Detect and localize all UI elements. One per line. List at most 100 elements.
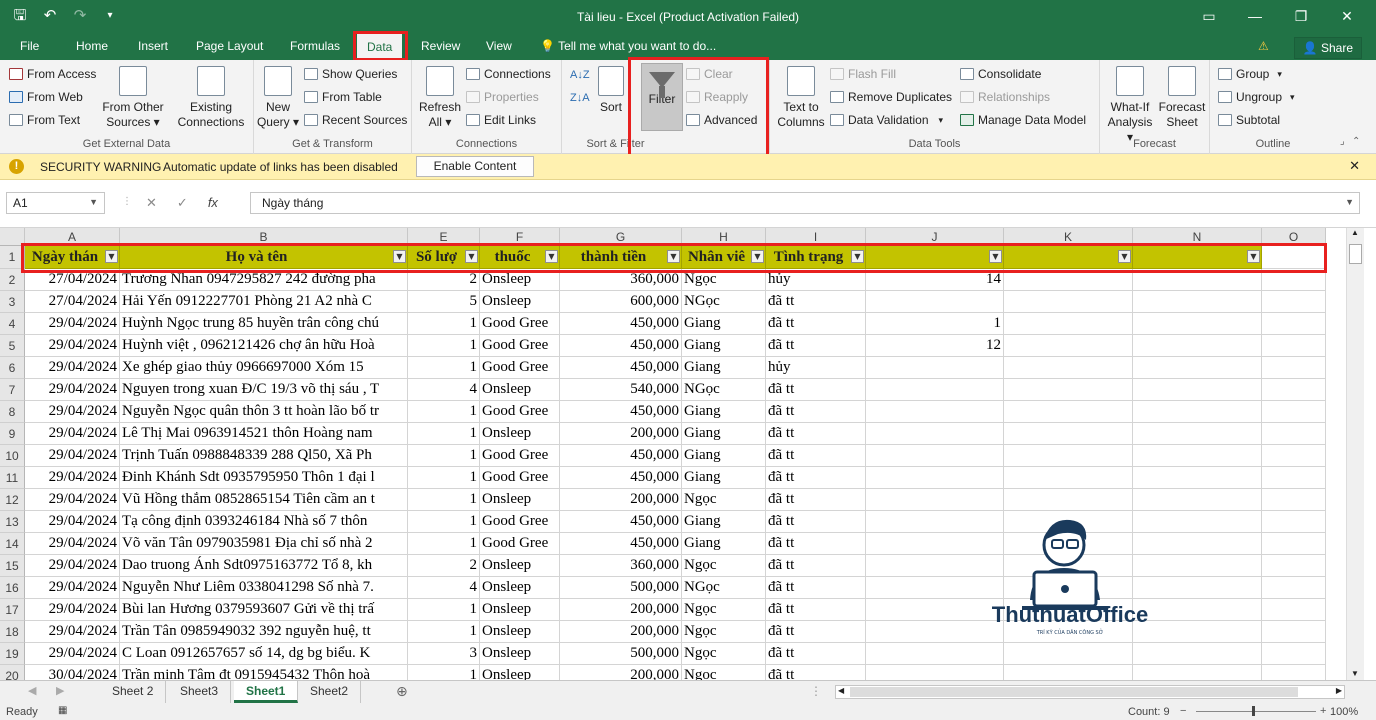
table-cell[interactable]: 29/04/2024 (25, 577, 120, 599)
table-cell[interactable]: Giang (682, 445, 766, 467)
restore-icon[interactable]: ❐ (1278, 5, 1324, 27)
empty-cell[interactable] (1133, 357, 1262, 379)
empty-cell[interactable] (1262, 467, 1326, 489)
table-cell[interactable]: đã tt (766, 401, 866, 423)
zoom-out-icon[interactable]: − (1180, 705, 1186, 717)
table-cell[interactable]: đã tt (766, 577, 866, 599)
table-cell[interactable]: 1 (408, 665, 480, 680)
empty-cell[interactable] (1133, 445, 1262, 467)
table-cell[interactable]: Dao truong Ánh Sdt0975163772 Tổ 8, kh (120, 555, 408, 577)
table-cell[interactable]: Good Gree (480, 357, 560, 379)
table-cell[interactable] (866, 489, 1004, 511)
from-table-button[interactable]: From Table (304, 90, 382, 104)
table-cell[interactable]: 200,000 (560, 423, 682, 445)
table-cell[interactable]: 1 (408, 467, 480, 489)
table-cell[interactable]: Huỳnh Ngọc trung 85 huyền trân công chú (120, 313, 408, 335)
table-cell[interactable]: Ngọc (682, 621, 766, 643)
row-header[interactable]: 17 (0, 599, 25, 621)
table-cell[interactable]: 29/04/2024 (25, 555, 120, 577)
add-sheet-icon[interactable]: ⊕ (396, 683, 408, 700)
empty-cell[interactable] (1262, 665, 1326, 680)
empty-cell[interactable] (1133, 379, 1262, 401)
empty-cell[interactable] (1004, 313, 1133, 335)
table-cell[interactable]: 1 (408, 401, 480, 423)
table-cell[interactable]: 200,000 (560, 489, 682, 511)
table-cell[interactable]: 600,000 (560, 291, 682, 313)
zoom-slider-thumb[interactable] (1252, 706, 1255, 716)
table-cell[interactable]: 500,000 (560, 643, 682, 665)
table-cell[interactable]: 4 (408, 577, 480, 599)
table-cell[interactable]: 1 (408, 313, 480, 335)
text-to-columns-button[interactable]: Text to Columns (776, 66, 826, 130)
empty-cell[interactable] (1262, 533, 1326, 555)
data-validation-button[interactable]: Data Validation ▾ (830, 113, 943, 127)
table-cell[interactable]: Ngọc (682, 599, 766, 621)
table-cell[interactable] (866, 423, 1004, 445)
table-cell[interactable]: 200,000 (560, 599, 682, 621)
table-cell[interactable]: 29/04/2024 (25, 445, 120, 467)
table-cell[interactable]: 450,000 (560, 401, 682, 423)
empty-cell[interactable] (1262, 291, 1326, 313)
tab-formulas[interactable]: Formulas (290, 39, 340, 53)
table-cell[interactable]: 29/04/2024 (25, 621, 120, 643)
relationships-button[interactable]: Relationships (960, 90, 1050, 104)
table-cell[interactable]: Onsleep (480, 599, 560, 621)
row-header[interactable]: 14 (0, 533, 25, 555)
empty-cell[interactable] (1004, 291, 1133, 313)
table-cell[interactable]: Good Gree (480, 313, 560, 335)
sheet-tab[interactable]: Sheet 2 (100, 681, 167, 703)
table-cell[interactable]: đã tt (766, 643, 866, 665)
table-cell[interactable]: Giang (682, 423, 766, 445)
table-cell[interactable]: 29/04/2024 (25, 335, 120, 357)
table-cell[interactable]: Good Gree (480, 445, 560, 467)
table-cell[interactable]: 29/04/2024 (25, 357, 120, 379)
row-header[interactable]: 19 (0, 643, 25, 665)
tab-insert[interactable]: Insert (138, 39, 168, 53)
table-cell[interactable]: Nguyen trong xuan Đ/C 19/3 võ thị sáu , … (120, 379, 408, 401)
tab-split-handle-icon[interactable]: ⋮ (810, 684, 822, 698)
table-cell[interactable]: Onsleep (480, 621, 560, 643)
empty-cell[interactable] (1133, 423, 1262, 445)
horizontal-scrollbar[interactable]: ◀ ▶ (835, 685, 1345, 699)
close-icon[interactable]: ✕ (1324, 5, 1370, 27)
table-cell[interactable]: NGọc (682, 577, 766, 599)
minimize-icon[interactable]: — (1232, 5, 1278, 27)
table-cell[interactable]: Onsleep (480, 577, 560, 599)
table-cell[interactable]: Onsleep (480, 489, 560, 511)
empty-cell[interactable] (1004, 335, 1133, 357)
horizontal-scroll-thumb[interactable] (850, 687, 1298, 697)
table-cell[interactable]: Trần Tân 0985949032 392 nguyễn huệ, tt (120, 621, 408, 643)
empty-cell[interactable] (1133, 313, 1262, 335)
macro-record-icon[interactable]: ▦ (58, 705, 67, 716)
table-cell[interactable]: 200,000 (560, 665, 682, 680)
empty-cell[interactable] (1262, 577, 1326, 599)
empty-cell[interactable] (1262, 357, 1326, 379)
scroll-right-icon[interactable]: ▶ (1336, 686, 1342, 695)
row-header[interactable]: 12 (0, 489, 25, 511)
table-cell[interactable]: 29/04/2024 (25, 599, 120, 621)
show-queries-button[interactable]: Show Queries (304, 67, 397, 81)
table-cell[interactable] (866, 379, 1004, 401)
table-cell[interactable]: 450,000 (560, 511, 682, 533)
table-cell[interactable]: 29/04/2024 (25, 533, 120, 555)
enable-content-button[interactable]: Enable Content (416, 156, 534, 177)
empty-cell[interactable] (1004, 423, 1133, 445)
sort-az-button[interactable]: A↓Z Z↓A (570, 70, 590, 104)
table-cell[interactable]: đã tt (766, 423, 866, 445)
refresh-all-button[interactable]: Refresh All ▾ (416, 66, 464, 130)
table-cell[interactable]: 450,000 (560, 533, 682, 555)
row-header[interactable]: 3 (0, 291, 25, 313)
table-cell[interactable] (866, 401, 1004, 423)
tab-view[interactable]: View (486, 39, 512, 53)
ungroup-button[interactable]: Ungroup ▾ (1218, 90, 1295, 104)
what-if-analysis-button[interactable]: What-If Analysis ▾ (1104, 66, 1156, 145)
table-cell[interactable]: đã tt (766, 599, 866, 621)
table-cell[interactable]: 200,000 (560, 621, 682, 643)
name-box[interactable]: A1 ▼ (6, 192, 105, 214)
table-cell[interactable]: Hải Yến 0912227701 Phòng 21 A2 nhà C (120, 291, 408, 313)
table-cell[interactable]: Nguyễn Như Liêm 0338041298 Số nhà 7. (120, 577, 408, 599)
empty-cell[interactable] (1262, 643, 1326, 665)
share-button[interactable]: 👤 Share (1293, 37, 1362, 59)
empty-cell[interactable] (1262, 401, 1326, 423)
table-cell[interactable]: Giang (682, 357, 766, 379)
